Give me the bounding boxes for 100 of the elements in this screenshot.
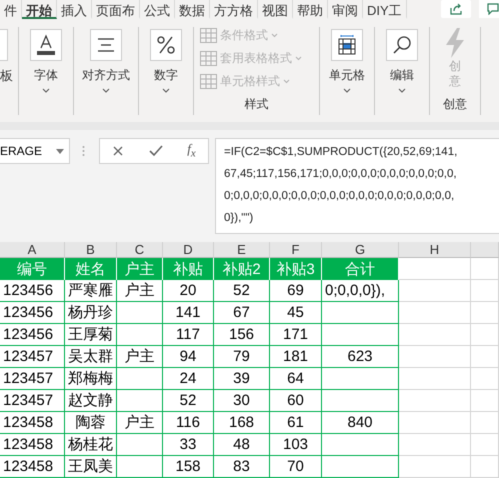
- empty-cell: [399, 280, 471, 302]
- empty-cell: [471, 324, 499, 346]
- id-cell: 123457: [0, 390, 65, 412]
- ribbon-tab[interactable]: 开始: [22, 0, 57, 19]
- total-cell: 623: [322, 346, 399, 368]
- subsidy-cell: 20: [163, 280, 214, 302]
- group-label: 板: [0, 67, 13, 85]
- ribbon-tab[interactable]: 页面布: [92, 0, 140, 19]
- subsidy-cell: 24: [163, 368, 214, 390]
- column-header[interactable]: C: [117, 242, 163, 258]
- table-style-icon: [200, 51, 217, 66]
- subsidy-cell: 69: [270, 280, 322, 302]
- column-header[interactable]: D: [163, 242, 214, 258]
- subsidy-cell: 64: [270, 368, 322, 390]
- subsidy-cell: 52: [163, 390, 214, 412]
- subsidy-cell: 52: [214, 280, 270, 302]
- id-cell: 123456: [0, 302, 65, 324]
- table-header-cell: 户主: [117, 258, 163, 280]
- table-header-cell: 补贴2: [214, 258, 270, 280]
- empty-cell: [399, 412, 471, 434]
- chevron-down-icon: [42, 88, 50, 93]
- name-cell: 王凤美: [65, 456, 117, 478]
- column-header[interactable]: G: [322, 242, 399, 258]
- cancel-icon: [112, 145, 124, 157]
- head-cell: 户主: [117, 412, 163, 434]
- ribbon-button[interactable]: 单元格: [329, 27, 365, 115]
- table-style-icon: [200, 28, 217, 43]
- share-button[interactable]: [441, 0, 471, 18]
- ribbon-tab[interactable]: 公式: [140, 0, 175, 19]
- group-label: 创意: [442, 96, 468, 113]
- subsidy-cell: 103: [270, 434, 322, 456]
- name-cell: 赵文静: [65, 390, 117, 412]
- head-cell: 户主: [117, 280, 163, 302]
- comment-icon: [487, 3, 499, 15]
- column-header[interactable]: B: [65, 242, 117, 258]
- empty-cell: [117, 456, 163, 478]
- total-cell: 840: [322, 412, 399, 434]
- chevron-down-icon: [295, 56, 302, 61]
- ribbon-button[interactable]: 字体: [30, 27, 62, 115]
- ribbon-button[interactable]: 编辑: [386, 27, 418, 115]
- table-header-cell: 合计: [322, 258, 399, 280]
- empty-cell: [471, 302, 499, 324]
- name-box[interactable]: ERAGE: [0, 138, 70, 164]
- column-header[interactable]: E: [214, 242, 270, 258]
- column-header[interactable]: H: [399, 242, 471, 258]
- empty-cell: [399, 302, 471, 324]
- empty-cell: [471, 456, 499, 478]
- subsidy-cell: 181: [270, 346, 322, 368]
- ribbon-tab[interactable]: 审阅: [328, 0, 363, 19]
- name-cell: 郑梅梅: [65, 368, 117, 390]
- subsidy-cell: 141: [163, 302, 214, 324]
- subsidy-cell: 30: [214, 390, 270, 412]
- empty-cell: [399, 368, 471, 390]
- ribbon-button[interactable]: 数字: [150, 27, 182, 115]
- subsidy-cell: 158: [163, 456, 214, 478]
- ribbon-tab[interactable]: 件: [0, 0, 22, 19]
- table-header-cell: 编号: [0, 258, 65, 280]
- ribbon-tab[interactable]: 帮助: [293, 0, 328, 19]
- share-icon: [449, 2, 463, 16]
- formula-field[interactable]: =IF(C2=$C$1,SUMPRODUCT({20,52,69;141, 67,45;117,156,171;0,0,0;0,0,0;0,0,0;0,0,0;0,0, 0;0,0,0;0,0,0;0,0,0;0,0,0;0,0,0;0,0,0;0,0,0;0,0, 0}),""): [215, 138, 499, 234]
- ribbon-tab[interactable]: 视图: [258, 0, 293, 19]
- subsidy-cell: 94: [163, 346, 214, 368]
- subsidy-cell: 39: [214, 368, 270, 390]
- empty-cell: [117, 324, 163, 346]
- total-cell: 0;0,0,0}),: [322, 280, 399, 302]
- grip-icon: [82, 145, 85, 157]
- empty-cell: [471, 258, 499, 280]
- ribbon-tab[interactable]: 数据: [175, 0, 210, 19]
- subsidy-cell: 45: [270, 302, 322, 324]
- empty-cell: [117, 368, 163, 390]
- id-cell: 123457: [0, 346, 65, 368]
- subsidy-cell: 117: [163, 324, 214, 346]
- name-cell: 杨丹珍: [65, 302, 117, 324]
- comment-button[interactable]: [479, 0, 499, 18]
- ribbon-tab[interactable]: 方方格: [210, 0, 258, 19]
- subsidy-cell: 156: [214, 324, 270, 346]
- chevron-down-icon: [343, 88, 351, 93]
- subsidy-cell: 70: [270, 456, 322, 478]
- subsidy-cell: 83: [214, 456, 270, 478]
- name-cell: 王厚菊: [65, 324, 117, 346]
- column-header[interactable]: A: [0, 242, 65, 258]
- empty-cell: [471, 346, 499, 368]
- column-header[interactable]: F: [270, 242, 322, 258]
- empty-cell: [471, 280, 499, 302]
- subsidy-cell: 60: [270, 390, 322, 412]
- ribbon-button[interactable]: 对齐方式: [82, 27, 130, 115]
- table-cells-icon: [337, 35, 357, 55]
- ribbon-tab[interactable]: 插入: [57, 0, 92, 19]
- empty-cell: [117, 434, 163, 456]
- subsidy-cell: 171: [270, 324, 322, 346]
- id-cell: 123458: [0, 412, 65, 434]
- subsidy-cell: 33: [163, 434, 214, 456]
- insert-function-button[interactable]: f$_{x}$: [187, 140, 196, 162]
- empty-cell: [117, 302, 163, 324]
- empty-cell: [471, 412, 499, 434]
- name-cell: 陶蓉: [65, 412, 117, 434]
- id-cell: 123458: [0, 434, 65, 456]
- empty-cell: [399, 390, 471, 412]
- ribbon-tab[interactable]: DIY工: [363, 0, 407, 19]
- id-cell: 123456: [0, 280, 65, 302]
